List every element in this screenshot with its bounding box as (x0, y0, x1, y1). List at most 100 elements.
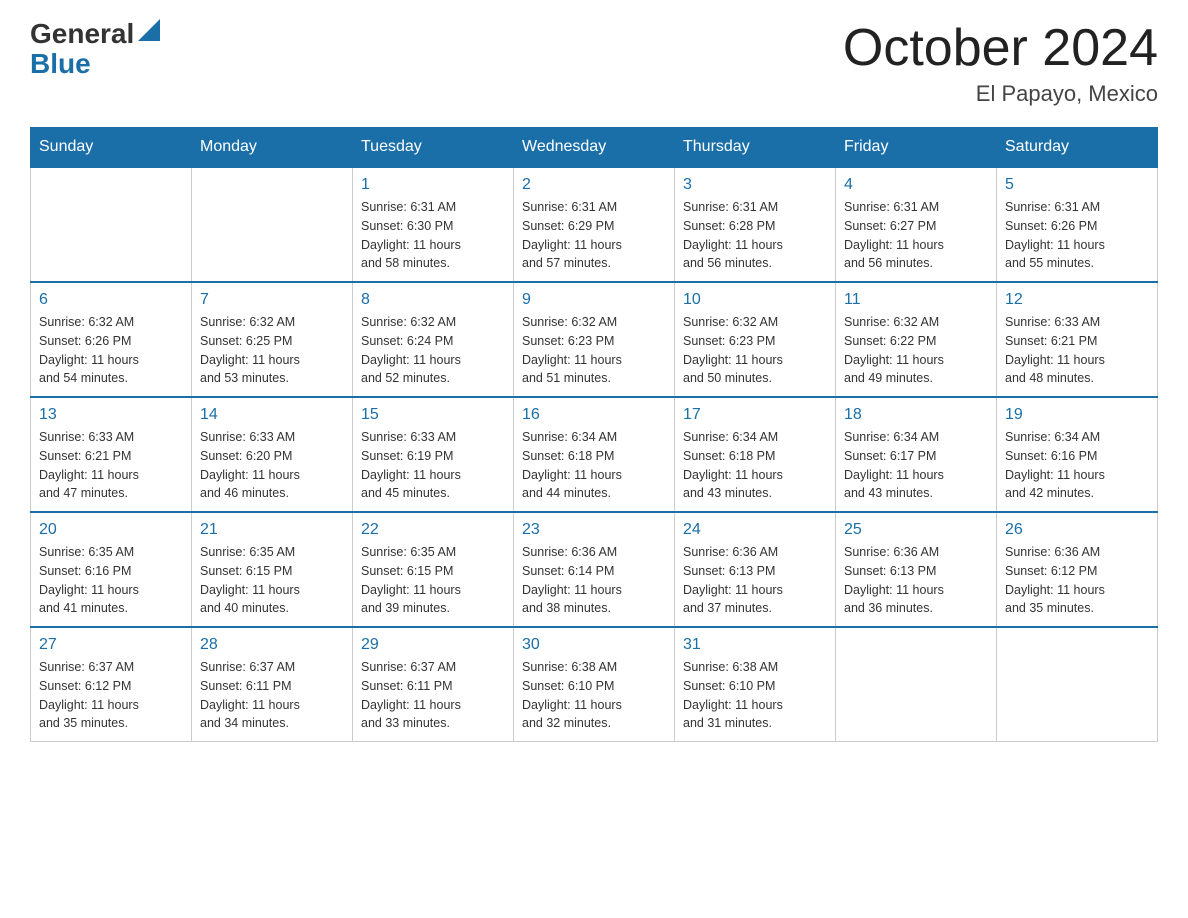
day-info: Sunrise: 6:31 AM Sunset: 6:27 PM Dayligh… (844, 198, 988, 273)
day-info: Sunrise: 6:33 AM Sunset: 6:21 PM Dayligh… (1005, 313, 1149, 388)
day-info: Sunrise: 6:37 AM Sunset: 6:11 PM Dayligh… (361, 658, 505, 733)
day-info: Sunrise: 6:34 AM Sunset: 6:16 PM Dayligh… (1005, 428, 1149, 503)
day-info: Sunrise: 6:35 AM Sunset: 6:15 PM Dayligh… (361, 543, 505, 618)
day-number: 30 (522, 636, 666, 654)
day-number: 25 (844, 521, 988, 539)
calendar-cell: 6 Sunrise: 6:32 AM Sunset: 6:26 PM Daylig… (31, 282, 192, 397)
calendar-day-header: Friday (836, 128, 997, 168)
calendar-cell: 3 Sunrise: 6:31 AM Sunset: 6:28 PM Daylig… (675, 167, 836, 282)
calendar-cell: 20Sunrise: 6:35 AM Sunset: 6:16 PM Dayli… (31, 512, 192, 627)
day-info: Sunrise: 6:36 AM Sunset: 6:13 PM Dayligh… (844, 543, 988, 618)
day-info: Sunrise: 6:38 AM Sunset: 6:10 PM Dayligh… (683, 658, 827, 733)
calendar-body: 1 Sunrise: 6:31 AM Sunset: 6:30 PM Daylig… (31, 167, 1158, 742)
day-number: 20 (39, 521, 183, 539)
logo: General Blue (30, 20, 160, 80)
day-number: 31 (683, 636, 827, 654)
calendar-cell: 7Sunrise: 6:32 AM Sunset: 6:25 PM Daylig… (192, 282, 353, 397)
day-number: 17 (683, 406, 827, 424)
calendar-table: SundayMondayTuesdayWednesdayThursdayFrid… (30, 127, 1158, 742)
calendar-day-header: Thursday (675, 128, 836, 168)
day-info: Sunrise: 6:33 AM Sunset: 6:19 PM Dayligh… (361, 428, 505, 503)
calendar-cell: 27Sunrise: 6:37 AM Sunset: 6:12 PM Dayli… (31, 627, 192, 742)
calendar-day-header: Wednesday (514, 128, 675, 168)
logo-blue-text: Blue (30, 48, 91, 80)
calendar-header-row: SundayMondayTuesdayWednesdayThursdayFrid… (31, 128, 1158, 168)
calendar-week-row: 6 Sunrise: 6:32 AM Sunset: 6:26 PM Daylig… (31, 282, 1158, 397)
logo-triangle-icon (138, 19, 160, 41)
title-block: October 2024 El Papayo, Mexico (843, 20, 1158, 107)
day-info: Sunrise: 6:31 AM Sunset: 6:26 PM Dayligh… (1005, 198, 1149, 273)
day-number: 19 (1005, 406, 1149, 424)
day-number: 7 (200, 291, 344, 309)
calendar-cell: 9 Sunrise: 6:32 AM Sunset: 6:23 PM Daylig… (514, 282, 675, 397)
calendar-cell: 16 Sunrise: 6:34 AM Sunset: 6:18 PM Dayli… (514, 397, 675, 512)
calendar-cell: 11Sunrise: 6:32 AM Sunset: 6:22 PM Dayli… (836, 282, 997, 397)
calendar-cell: 30 Sunrise: 6:38 AM Sunset: 6:10 PM Dayli… (514, 627, 675, 742)
day-number: 26 (1005, 521, 1149, 539)
day-number: 10 (683, 291, 827, 309)
calendar-cell: 24Sunrise: 6:36 AM Sunset: 6:13 PM Dayli… (675, 512, 836, 627)
day-info: Sunrise: 6:36 AM Sunset: 6:14 PM Dayligh… (522, 543, 666, 618)
day-info: Sunrise: 6:31 AM Sunset: 6:28 PM Dayligh… (683, 198, 827, 273)
day-number: 15 (361, 406, 505, 424)
calendar-cell: 14Sunrise: 6:33 AM Sunset: 6:20 PM Dayli… (192, 397, 353, 512)
day-info: Sunrise: 6:34 AM Sunset: 6:18 PM Dayligh… (683, 428, 827, 503)
calendar-day-header: Tuesday (353, 128, 514, 168)
calendar-cell: 4 Sunrise: 6:31 AM Sunset: 6:27 PM Daylig… (836, 167, 997, 282)
day-number: 16 (522, 406, 666, 424)
day-info: Sunrise: 6:32 AM Sunset: 6:23 PM Dayligh… (522, 313, 666, 388)
calendar-cell: 2 Sunrise: 6:31 AM Sunset: 6:29 PM Daylig… (514, 167, 675, 282)
calendar-week-row: 1 Sunrise: 6:31 AM Sunset: 6:30 PM Daylig… (31, 167, 1158, 282)
day-number: 6 (39, 291, 183, 309)
day-info: Sunrise: 6:31 AM Sunset: 6:30 PM Dayligh… (361, 198, 505, 273)
calendar-cell: 18Sunrise: 6:34 AM Sunset: 6:17 PM Dayli… (836, 397, 997, 512)
calendar-week-row: 13 Sunrise: 6:33 AM Sunset: 6:21 PM Dayli… (31, 397, 1158, 512)
day-number: 12 (1005, 291, 1149, 309)
calendar-cell: 22 Sunrise: 6:35 AM Sunset: 6:15 PM Dayli… (353, 512, 514, 627)
day-info: Sunrise: 6:35 AM Sunset: 6:15 PM Dayligh… (200, 543, 344, 618)
day-number: 29 (361, 636, 505, 654)
calendar-cell: 15 Sunrise: 6:33 AM Sunset: 6:19 PM Dayli… (353, 397, 514, 512)
day-number: 13 (39, 406, 183, 424)
day-number: 14 (200, 406, 344, 424)
day-number: 5 (1005, 176, 1149, 194)
calendar-cell: 21 Sunrise: 6:35 AM Sunset: 6:15 PM Dayli… (192, 512, 353, 627)
calendar-cell (192, 167, 353, 282)
day-info: Sunrise: 6:32 AM Sunset: 6:22 PM Dayligh… (844, 313, 988, 388)
calendar-cell: 10 Sunrise: 6:32 AM Sunset: 6:23 PM Dayli… (675, 282, 836, 397)
day-number: 4 (844, 176, 988, 194)
calendar-cell: 5 Sunrise: 6:31 AM Sunset: 6:26 PM Daylig… (997, 167, 1158, 282)
day-number: 9 (522, 291, 666, 309)
calendar-day-header: Sunday (31, 128, 192, 168)
logo-general-text: General (30, 20, 134, 48)
calendar-day-header: Monday (192, 128, 353, 168)
day-info: Sunrise: 6:38 AM Sunset: 6:10 PM Dayligh… (522, 658, 666, 733)
calendar-cell: 28 Sunrise: 6:37 AM Sunset: 6:11 PM Dayli… (192, 627, 353, 742)
day-number: 21 (200, 521, 344, 539)
calendar-cell (31, 167, 192, 282)
day-info: Sunrise: 6:37 AM Sunset: 6:12 PM Dayligh… (39, 658, 183, 733)
calendar-cell: 8Sunrise: 6:32 AM Sunset: 6:24 PM Daylig… (353, 282, 514, 397)
day-number: 22 (361, 521, 505, 539)
day-info: Sunrise: 6:37 AM Sunset: 6:11 PM Dayligh… (200, 658, 344, 733)
day-info: Sunrise: 6:32 AM Sunset: 6:23 PM Dayligh… (683, 313, 827, 388)
day-info: Sunrise: 6:31 AM Sunset: 6:29 PM Dayligh… (522, 198, 666, 273)
calendar-week-row: 20Sunrise: 6:35 AM Sunset: 6:16 PM Dayli… (31, 512, 1158, 627)
calendar-cell: 12 Sunrise: 6:33 AM Sunset: 6:21 PM Dayli… (997, 282, 1158, 397)
day-info: Sunrise: 6:34 AM Sunset: 6:18 PM Dayligh… (522, 428, 666, 503)
calendar-cell: 13 Sunrise: 6:33 AM Sunset: 6:21 PM Dayli… (31, 397, 192, 512)
day-number: 2 (522, 176, 666, 194)
day-number: 3 (683, 176, 827, 194)
day-number: 28 (200, 636, 344, 654)
calendar-cell: 17 Sunrise: 6:34 AM Sunset: 6:18 PM Dayli… (675, 397, 836, 512)
day-info: Sunrise: 6:33 AM Sunset: 6:21 PM Dayligh… (39, 428, 183, 503)
day-number: 1 (361, 176, 505, 194)
day-info: Sunrise: 6:32 AM Sunset: 6:26 PM Dayligh… (39, 313, 183, 388)
calendar-week-row: 27Sunrise: 6:37 AM Sunset: 6:12 PM Dayli… (31, 627, 1158, 742)
day-number: 23 (522, 521, 666, 539)
day-info: Sunrise: 6:32 AM Sunset: 6:24 PM Dayligh… (361, 313, 505, 388)
subtitle: El Papayo, Mexico (843, 81, 1158, 107)
day-info: Sunrise: 6:36 AM Sunset: 6:13 PM Dayligh… (683, 543, 827, 618)
calendar-day-header: Saturday (997, 128, 1158, 168)
calendar-cell (997, 627, 1158, 742)
